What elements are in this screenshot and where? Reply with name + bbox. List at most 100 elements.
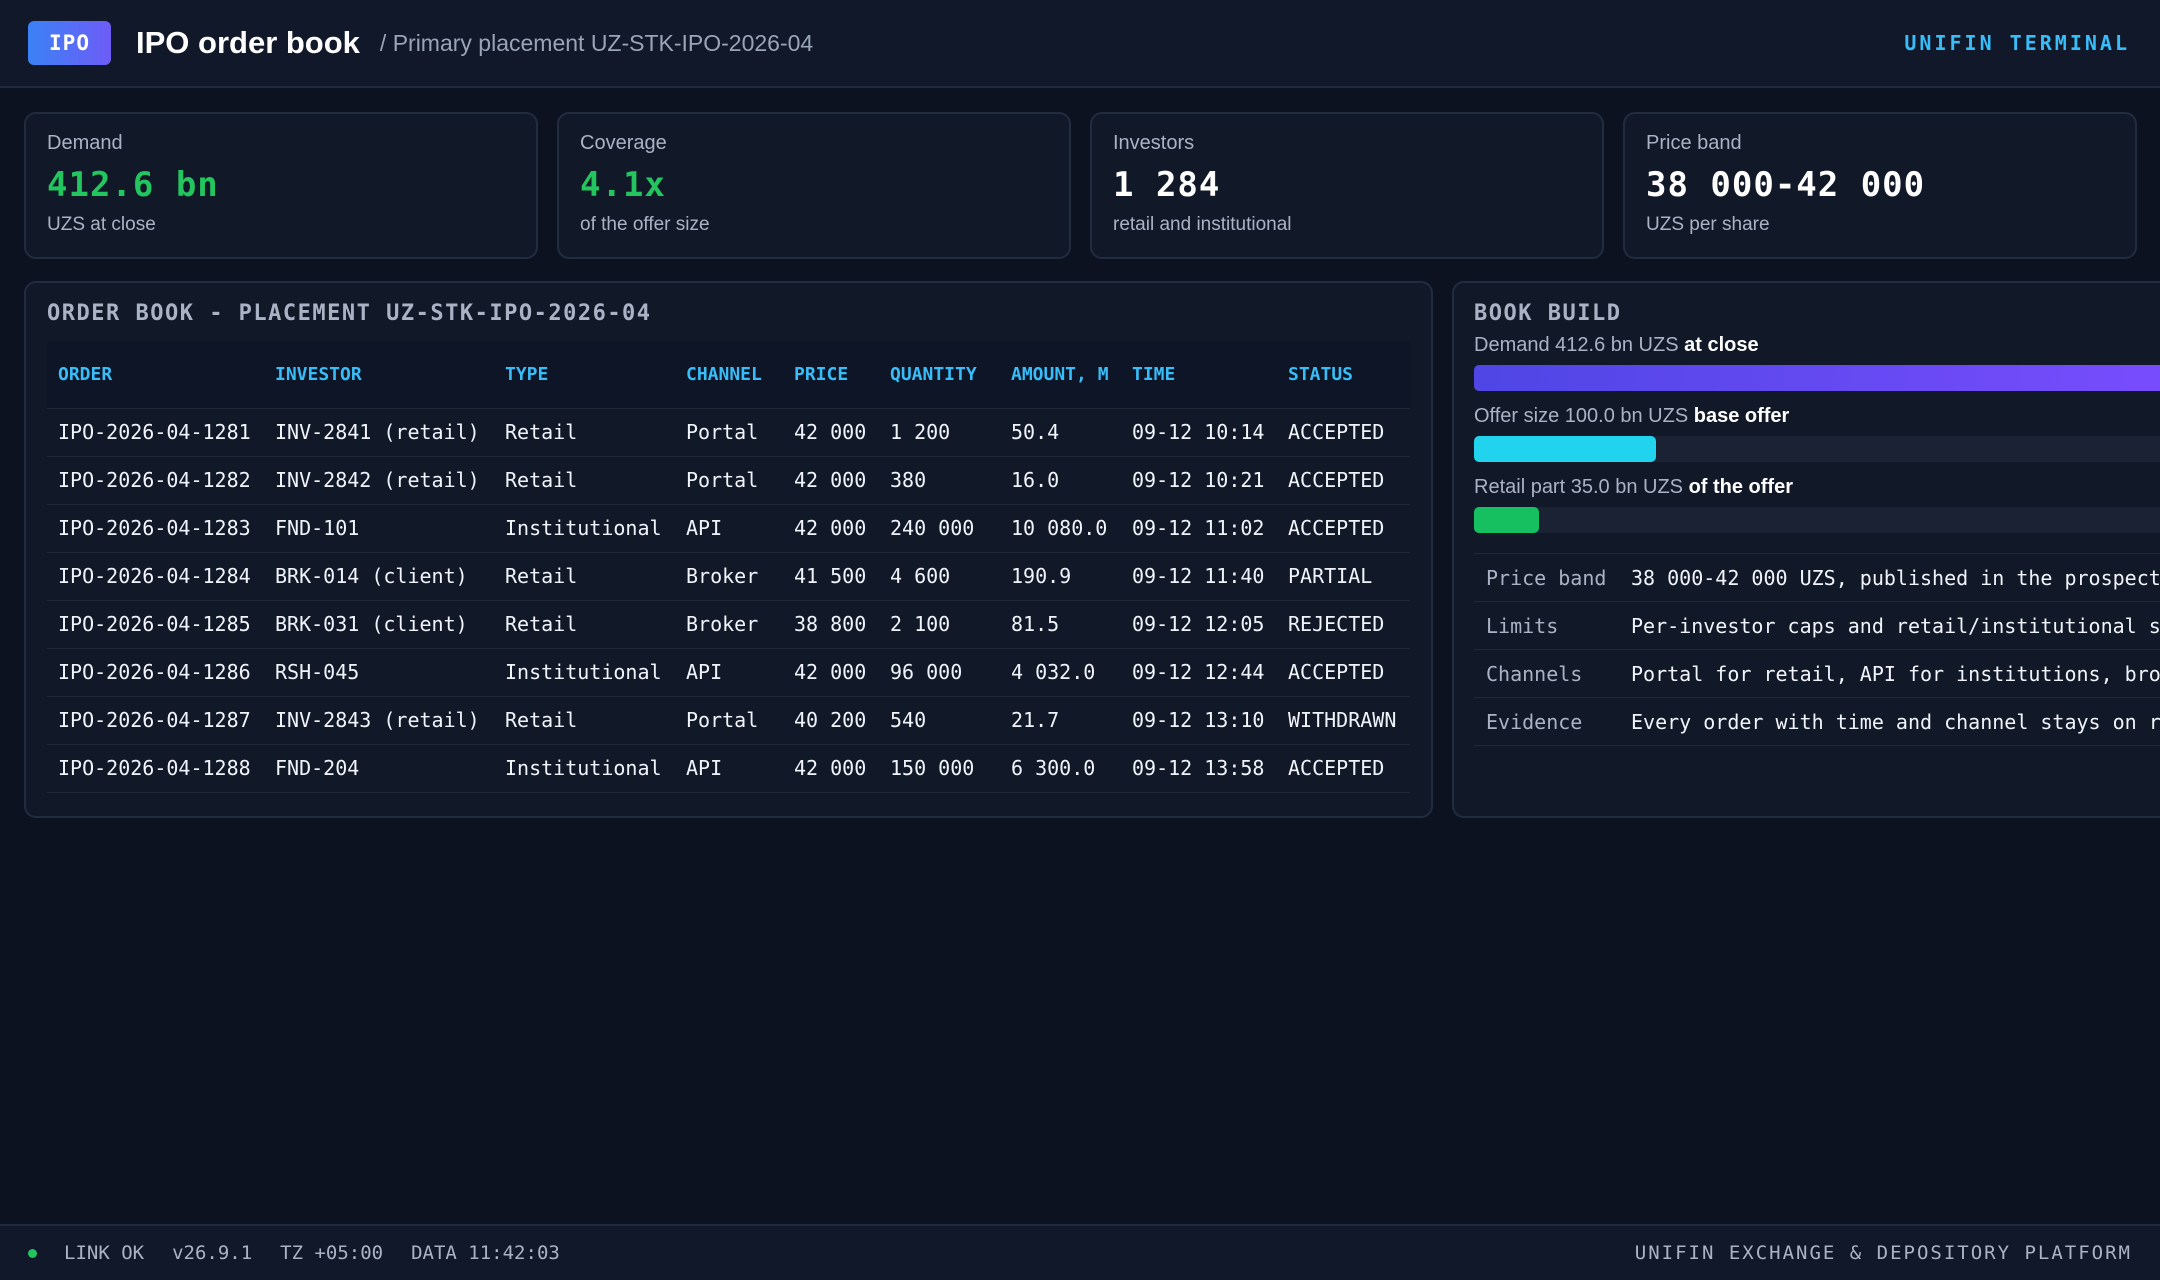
bar-track [1474, 436, 2160, 462]
info-value: Portal for retail, API for institutions,… [1619, 649, 2160, 698]
timezone-label: TZ +05:00 [280, 1242, 384, 1264]
table-cell: IPO-2026-04-1281 [47, 407, 264, 456]
column-header[interactable]: ORDER [47, 342, 264, 408]
table-row[interactable]: IPO-2026-04-1282 INV-2842 (retail) Retail P… [47, 455, 1410, 504]
book-build-title: BOOK BUILD [1474, 301, 1622, 326]
table-cell: Portal [675, 695, 783, 744]
kpi-note: of the offer size [580, 214, 710, 235]
table-cell: 42 000 [783, 503, 879, 552]
info-row: Channels Portal for retail, API for insti… [1474, 649, 2160, 698]
bar-track [1474, 507, 2160, 533]
table-cell: 09-12 12:44 [1121, 647, 1277, 696]
book-build-bar: Retail part 35.0 bn UZS of the offer [1474, 476, 2160, 533]
table-cell: 40 200 [783, 695, 879, 744]
table-row[interactable]: IPO-2026-04-1286 RSH-045 Institutional API 4… [47, 647, 1410, 696]
table-cell: 10 080.0 [1000, 503, 1121, 552]
table-cell: 4 032.0 [1000, 647, 1121, 696]
table-cell: BRK-031 (client) [264, 599, 494, 648]
table-row[interactable]: IPO-2026-04-1283 FND-101 Institutional API 4… [47, 503, 1410, 552]
table-cell: 6 300.0 [1000, 743, 1121, 793]
table-cell: IPO-2026-04-1288 [47, 743, 264, 793]
table-cell: ACCEPTED [1277, 407, 1410, 456]
kpi-label: Price band [1646, 132, 1742, 154]
table-cell: 09-12 12:05 [1121, 599, 1277, 648]
kpi-card-price-band: Price band 38 000-42 000 UZS per share [1623, 112, 2137, 259]
table-cell: Retail [494, 455, 675, 504]
table-cell: IPO-2026-04-1282 [47, 455, 264, 504]
table-row[interactable]: IPO-2026-04-1288 FND-204 Institutional API 4… [47, 743, 1410, 793]
platform-label: UNIFIN EXCHANGE & DEPOSITORY PLATFORM [1634, 1242, 2132, 1264]
table-cell: REJECTED [1277, 599, 1410, 648]
table-cell: INV-2843 (retail) [264, 695, 494, 744]
version-label: v26.9.1 [172, 1242, 253, 1264]
table-cell: PARTIAL [1277, 551, 1410, 600]
bar-fill [1474, 507, 1539, 533]
table-cell: 38 800 [783, 599, 879, 648]
kpi-label: Coverage [580, 132, 667, 154]
order-book-table: ORDER INVESTOR TYPE CHANNEL PRICE QUANTI… [47, 342, 1410, 793]
table-cell: IPO-2026-04-1283 [47, 503, 264, 552]
bar-label: Offer size 100.0 bn UZS base offer [1474, 405, 2160, 428]
brand-label: UNIFIN TERMINAL [1904, 31, 2130, 55]
table-cell: 42 000 [783, 743, 879, 793]
table-row[interactable]: IPO-2026-04-1281 INV-2841 (retail) Retail P… [47, 407, 1410, 456]
kpi-note: UZS per share [1646, 214, 1770, 235]
table-cell: Institutional [494, 647, 675, 696]
info-key: Limits [1474, 601, 1619, 650]
column-header[interactable]: STATUS [1277, 342, 1410, 408]
table-cell: FND-101 [264, 503, 494, 552]
table-cell: Retail [494, 551, 675, 600]
column-header[interactable]: INVESTOR [264, 342, 494, 408]
table-cell: Portal [675, 407, 783, 456]
table-row[interactable]: IPO-2026-04-1284 BRK-014 (client) Retail Br… [47, 551, 1410, 600]
column-header[interactable]: AMOUNT, M [1000, 342, 1121, 408]
kpi-card-investors: Investors 1 284 retail and institutional [1090, 112, 1604, 259]
kpi-value: 4.1x [580, 165, 666, 205]
table-cell: API [675, 503, 783, 552]
table-cell: 21.7 [1000, 695, 1121, 744]
info-key: Evidence [1474, 697, 1619, 746]
status-bar: LINK OK v26.9.1 TZ +05:00 DATA 11:42:03 … [0, 1224, 2160, 1280]
order-book-panel: ORDER BOOK - PLACEMENT UZ-STK-IPO-2026-0… [24, 281, 1433, 818]
page-subtitle: / Primary placement UZ-STK-IPO-2026-04 [379, 29, 814, 56]
table-cell: BRK-014 (client) [264, 551, 494, 600]
table-cell: 1 200 [879, 407, 1000, 456]
table-cell: 150 000 [879, 743, 1000, 793]
table-cell: 09-12 13:58 [1121, 743, 1277, 793]
table-cell: API [675, 743, 783, 793]
bar-note: of the offer [1688, 476, 1793, 498]
column-header[interactable]: CHANNEL [675, 342, 783, 408]
table-cell: FND-204 [264, 743, 494, 793]
table-cell: API [675, 647, 783, 696]
page-title: IPO order book [136, 25, 360, 60]
bar-fill [1474, 365, 2160, 391]
kpi-note: UZS at close [47, 214, 156, 235]
top-bar: IPO IPO order book / Primary placement U… [0, 0, 2160, 88]
column-header[interactable]: PRICE [783, 342, 879, 408]
info-row: Limits Per-investor caps and retail/insti… [1474, 601, 2160, 650]
bar-label: Demand 412.6 bn UZS at close [1474, 334, 2160, 357]
table-cell: Broker [675, 551, 783, 600]
kpi-label: Investors [1113, 132, 1195, 154]
table-cell: Retail [494, 695, 675, 744]
table-cell: 2 100 [879, 599, 1000, 648]
table-cell: 42 000 [783, 407, 879, 456]
column-header[interactable]: QUANTITY [879, 342, 1000, 408]
bar-note: at close [1684, 334, 1759, 356]
table-row[interactable]: IPO-2026-04-1287 INV-2843 (retail) Retail P… [47, 695, 1410, 744]
book-build-bar: Offer size 100.0 bn UZS base offer [1474, 405, 2160, 462]
column-header[interactable]: TYPE [494, 342, 675, 408]
data-timestamp: DATA 11:42:03 [411, 1242, 560, 1264]
column-header[interactable]: TIME [1121, 342, 1277, 408]
table-cell: 09-12 11:40 [1121, 551, 1277, 600]
table-cell: 16.0 [1000, 455, 1121, 504]
table-cell: ACCEPTED [1277, 743, 1410, 793]
kpi-note: retail and institutional [1113, 214, 1292, 235]
table-cell: 4 600 [879, 551, 1000, 600]
table-cell: 42 000 [783, 455, 879, 504]
table-cell: IPO-2026-04-1286 [47, 647, 264, 696]
info-row: Price band 38 000-42 000 UZS, published i… [1474, 553, 2160, 602]
info-value: Every order with time and channel stays … [1619, 697, 2160, 746]
table-cell: 380 [879, 455, 1000, 504]
table-row[interactable]: IPO-2026-04-1285 BRK-031 (client) Retail Br… [47, 599, 1410, 648]
